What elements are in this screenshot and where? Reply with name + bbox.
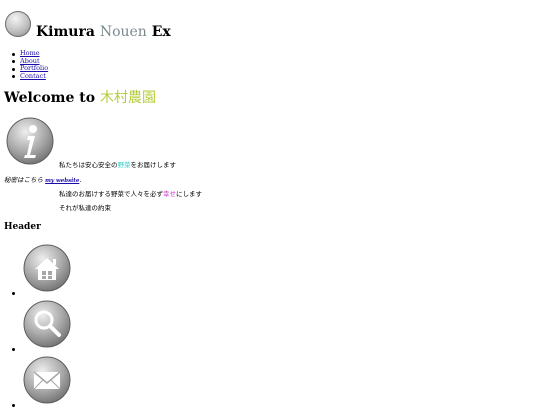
bullet <box>12 292 15 295</box>
site-title-accent: Nouen <box>99 24 147 40</box>
promise-text-1: 私達のお届けする野菜で人々を必ず <box>59 190 163 198</box>
intro-highlight-vegetables: 野菜 <box>117 161 131 169</box>
promise-text-2: にします <box>176 190 202 198</box>
mail-icon[interactable] <box>23 356 71 404</box>
bullet <box>12 404 15 407</box>
info-icon <box>6 117 54 165</box>
main-nav: Home About Portfolio Contact <box>12 49 48 81</box>
site-title-part3: Ex <box>151 24 171 40</box>
promise-line: 私達のお届けする野菜で人々を必ず幸せにします <box>59 190 202 198</box>
intro-line: 私たちは安心安全の野菜をお届けします <box>59 161 176 169</box>
promise-highlight-happiness: 幸せ <box>163 190 176 198</box>
intro-text-1: 私たちは安心安全の <box>59 161 118 169</box>
search-icon[interactable] <box>23 300 71 348</box>
intro-text-2: をお届けします <box>130 161 177 169</box>
nav-link-contact[interactable]: Contact <box>20 72 46 80</box>
header-label: Header <box>4 222 41 232</box>
welcome-heading: Welcome to 木村農園 <box>4 90 156 107</box>
welcome-prefix: Welcome to <box>4 90 96 106</box>
secret-line: 秘密はこちら my website. <box>4 176 81 185</box>
site-title-part1: Kimura <box>36 24 95 40</box>
secret-text: 秘密はこちら <box>4 176 43 184</box>
site-title: Kimura Nouen Ex <box>36 23 171 41</box>
nav-item-contact: Contact <box>12 72 48 81</box>
welcome-name: 木村農園 <box>99 90 156 106</box>
home-icon[interactable] <box>23 244 71 292</box>
website-link[interactable]: my website <box>45 178 79 184</box>
bullet <box>12 348 15 351</box>
pledge-line: それが私達の約束 <box>59 204 111 212</box>
secret-period: . <box>79 176 82 184</box>
site-logo <box>5 11 31 37</box>
